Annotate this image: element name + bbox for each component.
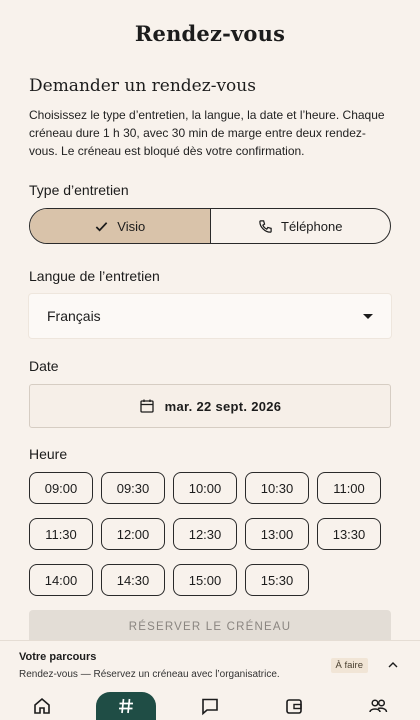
wallet-icon (286, 699, 302, 714)
interview-type-telephone[interactable]: Téléphone (209, 209, 391, 243)
time-slots: 09:00 09:30 10:00 10:30 11:00 11:30 12:0… (29, 472, 391, 596)
intro-text: Choisissez le type d’entretien, la langu… (29, 108, 385, 158)
time-slot[interactable]: 12:00 (101, 518, 165, 550)
time-slot[interactable]: 11:30 (29, 518, 93, 550)
bottom-nav (0, 692, 420, 720)
time-slot[interactable]: 10:00 (173, 472, 237, 504)
time-slot[interactable]: 09:00 (29, 472, 93, 504)
parcours-panel[interactable]: Votre parcours Rendez-vous — Réservez un… (0, 640, 420, 692)
phone-icon (259, 219, 272, 233)
time-slot[interactable]: 14:00 (29, 564, 93, 596)
nav-active-indicator (96, 692, 156, 720)
date-label: Date (29, 358, 59, 374)
reserve-button[interactable]: RÉSERVER LE CRÉNEAU (29, 610, 391, 644)
interview-type-visio-label: Visio (117, 218, 146, 234)
app-header: Rendez-vous (0, 0, 420, 70)
nav-wallet[interactable] (252, 692, 336, 720)
time-slot[interactable]: 12:30 (173, 518, 237, 550)
time-slot[interactable]: 09:30 (101, 472, 165, 504)
nav-home[interactable] (0, 692, 84, 720)
date-picker[interactable]: mar. 22 sept. 2026 (29, 384, 391, 428)
time-slot[interactable]: 15:30 (245, 564, 309, 596)
nav-messages[interactable] (168, 692, 252, 720)
chevron-up-icon[interactable] (388, 660, 398, 670)
interview-type-label: Type d’entretien (29, 182, 129, 198)
time-slot[interactable]: 15:00 (173, 564, 237, 596)
nav-hash[interactable] (84, 692, 168, 720)
time-slot[interactable]: 13:00 (245, 518, 309, 550)
calendar-icon (139, 399, 154, 413)
time-slot[interactable]: 14:30 (101, 564, 165, 596)
interview-type-toggle: Visio Téléphone (29, 208, 391, 244)
language-value: Français (47, 308, 101, 324)
interview-type-telephone-label: Téléphone (281, 218, 343, 234)
hash-icon (119, 698, 133, 714)
language-select[interactable]: Français (29, 294, 391, 338)
time-slot[interactable]: 11:00 (317, 472, 381, 504)
time-label: Heure (29, 446, 68, 462)
people-icon (369, 699, 388, 713)
language-label: Langue de l’entretien (29, 268, 160, 284)
time-slot[interactable]: 10:30 (245, 472, 309, 504)
check-icon (96, 221, 108, 231)
date-value: mar. 22 sept. 2026 (164, 398, 282, 414)
home-icon (34, 697, 50, 714)
status-badge: À faire (330, 658, 368, 673)
chat-icon (202, 698, 218, 716)
interview-type-visio[interactable]: Visio (30, 209, 210, 243)
caret-down-icon (363, 313, 373, 319)
time-slot[interactable]: 13:30 (317, 518, 381, 550)
main-content: Demander un rendez-vous Choisissez le ty… (0, 70, 420, 644)
nav-people[interactable] (336, 692, 420, 720)
section-title: Demander un rendez-vous (29, 76, 256, 96)
page-title: Rendez-vous (134, 20, 286, 46)
